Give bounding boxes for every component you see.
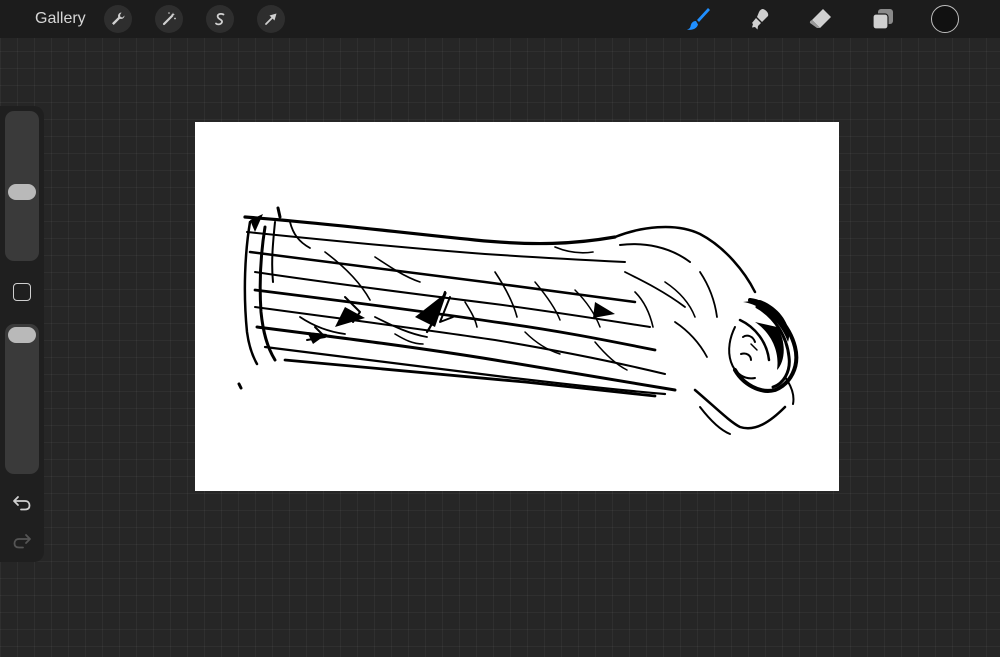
sketch-figure-artwork (237, 206, 799, 435)
brush-size-thumb[interactable] (8, 184, 36, 201)
brush-icon (687, 8, 710, 30)
undo-icon (13, 496, 31, 511)
eraser-button[interactable] (806, 4, 836, 34)
actions-button[interactable] (104, 5, 132, 33)
magic-wand-icon (162, 12, 176, 26)
brush-size-slider[interactable] (5, 111, 39, 261)
arrow-cursor-icon (265, 13, 277, 25)
smudge-icon (752, 8, 769, 30)
procreate-workspace: Gallery (0, 0, 1000, 657)
eraser-icon (809, 9, 831, 28)
brush-button[interactable] (683, 4, 713, 34)
top-toolbar: Gallery (0, 0, 1000, 38)
redo-button[interactable] (11, 530, 33, 552)
color-picker-button[interactable] (931, 5, 959, 33)
gallery-button[interactable]: Gallery (35, 9, 86, 29)
opacity-slider[interactable] (5, 324, 39, 474)
selection-s-icon (215, 13, 225, 26)
drawing-canvas[interactable] (195, 122, 839, 491)
smudge-button[interactable] (745, 4, 775, 34)
modify-button[interactable] (13, 283, 31, 301)
transform-button[interactable] (257, 5, 285, 33)
left-sidebar (0, 106, 44, 562)
wrench-icon (112, 12, 125, 25)
opacity-thumb[interactable] (8, 327, 36, 343)
layers-button[interactable] (868, 4, 898, 34)
undo-button[interactable] (11, 492, 33, 514)
selection-button[interactable] (206, 5, 234, 33)
redo-icon (13, 534, 31, 549)
adjustments-button[interactable] (155, 5, 183, 33)
layers-icon (872, 9, 893, 30)
